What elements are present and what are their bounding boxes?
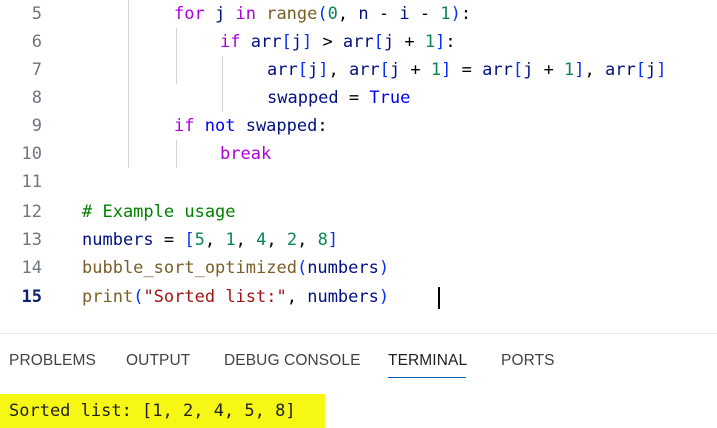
code-line[interactable]: 14 bubble_sort_optimized(numbers) xyxy=(0,254,717,282)
active-tab-indicator xyxy=(388,377,466,378)
code-text[interactable]: swapped = True xyxy=(267,84,410,112)
code-line-active[interactable]: 15 print("Sorted list:", numbers) xyxy=(0,283,717,311)
tab-terminal[interactable]: TERMINAL xyxy=(388,352,467,370)
code-line[interactable]: 11 xyxy=(0,168,717,196)
code-editor[interactable]: 5 for j in range(0, n - i - 1): 6 if arr… xyxy=(0,0,717,333)
code-text[interactable]: numbers = [5, 1, 4, 2, 8] xyxy=(82,226,338,254)
bottom-panel: PROBLEMS OUTPUT DEBUG CONSOLE TERMINAL P… xyxy=(0,333,717,428)
line-number: 15 xyxy=(21,287,42,307)
code-line[interactable]: 13 numbers = [5, 1, 4, 2, 8] xyxy=(0,226,717,254)
line-number: 13 xyxy=(21,230,42,250)
code-text[interactable]: if arr[j] > arr[j + 1]: xyxy=(220,28,456,56)
line-number: 6 xyxy=(31,32,42,52)
code-line[interactable]: 8 swapped = True xyxy=(0,84,717,112)
code-text[interactable]: # Example usage xyxy=(82,198,236,226)
code-text[interactable]: print("Sorted list:", numbers) xyxy=(82,283,389,311)
code-text[interactable]: for j in range(0, n - i - 1): xyxy=(174,0,471,28)
tab-ports[interactable]: PORTS xyxy=(501,352,555,370)
code-text[interactable]: arr[j], arr[j + 1] = arr[j + 1], arr[j] xyxy=(267,56,667,84)
line-number: 14 xyxy=(21,258,42,278)
code-line[interactable]: 5 for j in range(0, n - i - 1): xyxy=(0,0,717,28)
code-line[interactable]: 6 if arr[j] > arr[j + 1]: xyxy=(0,28,717,56)
line-number: 9 xyxy=(31,116,42,136)
tab-debug-console[interactable]: DEBUG CONSOLE xyxy=(224,352,361,370)
line-number: 12 xyxy=(21,202,42,222)
line-number: 8 xyxy=(31,88,42,108)
tab-output[interactable]: OUTPUT xyxy=(126,352,190,370)
code-text[interactable]: bubble_sort_optimized(numbers) xyxy=(82,254,389,282)
code-line[interactable]: 12 # Example usage xyxy=(0,198,717,226)
terminal-output: Sorted list: [1, 2, 4, 5, 8] xyxy=(9,401,296,421)
code-line[interactable]: 10 break xyxy=(0,140,717,168)
code-line[interactable]: 7 arr[j], arr[j + 1] = arr[j + 1], arr[j… xyxy=(0,56,717,84)
code-text[interactable]: if not swapped: xyxy=(174,112,328,140)
line-number: 11 xyxy=(21,172,42,192)
line-number: 7 xyxy=(31,60,42,80)
text-cursor xyxy=(438,287,440,309)
code-text[interactable]: break xyxy=(220,140,271,168)
line-number: 5 xyxy=(31,4,42,24)
tab-problems[interactable]: PROBLEMS xyxy=(9,352,96,370)
code-line[interactable]: 9 if not swapped: xyxy=(0,112,717,140)
line-number: 10 xyxy=(21,144,42,164)
